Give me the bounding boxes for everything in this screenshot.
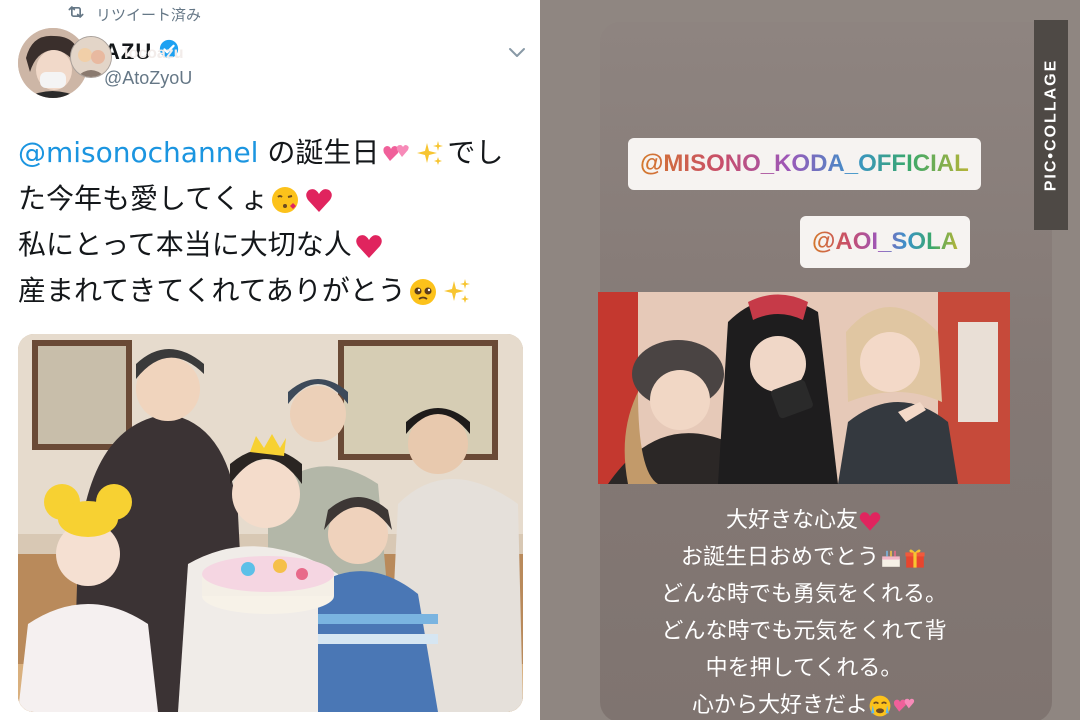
story-line-2: お誕生日おめでとう [600,539,1008,576]
gift-icon [905,549,925,568]
tweet-line-1-text: の誕生日 [258,136,380,169]
story-line-6: 心から大好きだよ [600,687,1008,724]
user-handle[interactable]: @AtoZyoU [104,68,192,89]
mention-tag-misono[interactable]: @MISONO_KODA_OFFICIAL [628,138,981,190]
tweet-line-4-text: 産まれてきてくれてありがとう [18,274,406,307]
red-heart-icon [355,235,382,258]
story-line-1: 大好きな心友 [600,502,1008,539]
story-line-3: どんな時でも勇気をくれる。 [660,582,947,607]
story-photo[interactable] [598,292,1010,484]
tweet-line-2: た今年も愛してくょ [18,176,523,222]
two-hearts-icon [893,698,915,712]
tweet-line-3-text: 私にとって本当に大切な人 [18,228,352,261]
three-women-photo [598,292,1010,484]
story-avatar-image [71,37,111,77]
tweet-line-1-tail: でし [447,136,504,169]
tweet-body: @misonochannel の誕生日 でし た今年も愛してくょ 私にとって本当に… [18,130,523,314]
watermark-text: PIC•COLLAGE [1042,58,1059,192]
chevron-down-icon[interactable] [505,40,529,68]
story-avatar[interactable] [70,36,112,78]
tweet-photo[interactable] [18,334,523,712]
story-username[interactable]: locoazu [124,45,184,63]
red-heart-icon [306,189,333,212]
crying-face-icon [869,695,891,717]
story-line-6-text: 心から大好きだよ [691,693,868,718]
story-line-1-text: 大好きな心友 [725,508,858,533]
red-heart-icon [859,512,881,531]
tweet-line-2-text: た今年も愛してくょ [18,182,269,215]
mention-tag-aoi-text: @AOI_SOLA [812,228,959,255]
story-line-2-text: お誕生日おめでとう [680,545,879,570]
retweet-icon [66,2,86,26]
group-birthday-photo [18,334,523,712]
tweet-line-4: 産まれてきてくれてありがとう [18,268,523,314]
pleading-face-icon [409,279,436,305]
two-hearts-icon [383,145,410,161]
story-line-5: 中を押してくれる。 [705,656,903,681]
tweet-line-3: 私にとって本当に大切な人 [18,222,523,268]
sparkles-icon [417,141,444,165]
mention-link[interactable]: @misonochannel [18,136,258,169]
mention-tag-aoi[interactable]: @AOI_SOLA [800,216,971,268]
sparkles-icon [443,279,470,303]
retweet-indicator: リツイート済み [66,2,201,26]
story-caption: 大好きな心友 お誕生日おめでとう どんな時でも勇気をくれる。 どんな時でも元気を… [600,502,1008,724]
story-line-4: どんな時でも元気をくれて背 [661,619,947,644]
kiss-face-icon [272,187,299,213]
pic-collage-watermark: PIC•COLLAGE [1034,20,1068,230]
cake-icon [882,550,900,567]
retweet-label: リツイート済み [96,5,202,24]
tweet-line-1: @misonochannel の誕生日 でし [18,130,523,176]
tweet-panel: リツイート済み AZU @AtoZyoU @misonochannel の誕生日… [0,0,540,720]
mention-tag-misono-text: @MISONO_KODA_OFFICIAL [640,150,969,177]
